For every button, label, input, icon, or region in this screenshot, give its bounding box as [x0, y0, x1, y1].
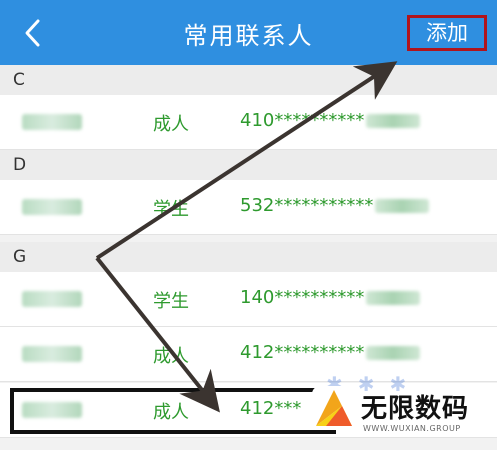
- watermark-title: 无限数码: [361, 394, 470, 424]
- watermark: ✱ ✱ ✱ 无限数码 WWW.WUXIAN.GROUP: [306, 372, 497, 450]
- arrow-to-contact-row: [95, 256, 220, 413]
- watermark-subtitle: WWW.WUXIAN.GROUP: [363, 424, 461, 433]
- arrow-to-add-button: [95, 61, 398, 260]
- watermark-logo-icon: [312, 386, 356, 430]
